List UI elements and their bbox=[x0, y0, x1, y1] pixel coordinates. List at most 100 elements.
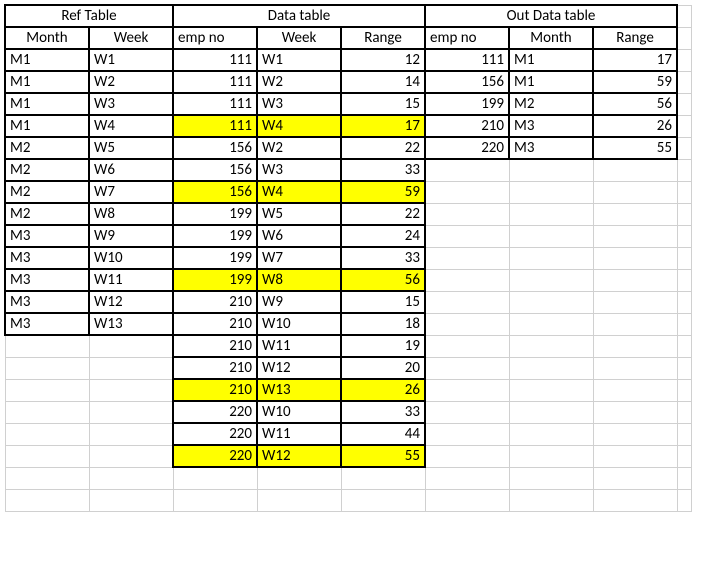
cell[interactable] bbox=[173, 467, 257, 489]
cell[interactable] bbox=[677, 313, 691, 335]
cell[interactable] bbox=[89, 423, 173, 445]
cell[interactable]: 111 bbox=[173, 93, 257, 115]
cell[interactable] bbox=[593, 291, 677, 313]
cell[interactable]: 111 bbox=[173, 49, 257, 71]
cell[interactable]: W6 bbox=[257, 225, 341, 247]
cell[interactable]: 210 bbox=[173, 313, 257, 335]
cell[interactable] bbox=[677, 181, 691, 203]
cell[interactable] bbox=[593, 247, 677, 269]
cell[interactable]: M3 bbox=[5, 269, 89, 291]
cell[interactable] bbox=[425, 225, 509, 247]
cell[interactable] bbox=[509, 203, 593, 225]
cell[interactable] bbox=[425, 269, 509, 291]
cell[interactable]: M3 bbox=[5, 291, 89, 313]
cell[interactable] bbox=[677, 49, 691, 71]
cell[interactable] bbox=[425, 291, 509, 313]
cell[interactable]: W2 bbox=[89, 71, 173, 93]
cell[interactable] bbox=[425, 489, 509, 511]
cell[interactable] bbox=[593, 203, 677, 225]
cell[interactable]: Week bbox=[257, 27, 341, 49]
cell[interactable] bbox=[257, 489, 341, 511]
cell[interactable] bbox=[425, 357, 509, 379]
cell[interactable] bbox=[593, 379, 677, 401]
cell[interactable]: 210 bbox=[173, 291, 257, 313]
cell[interactable]: W13 bbox=[257, 379, 341, 401]
cell[interactable]: M3 bbox=[5, 313, 89, 335]
cell[interactable]: 17 bbox=[593, 49, 677, 71]
cell[interactable] bbox=[89, 467, 173, 489]
cell[interactable] bbox=[593, 269, 677, 291]
cell[interactable] bbox=[677, 335, 691, 357]
cell[interactable]: W6 bbox=[89, 159, 173, 181]
cell[interactable]: W3 bbox=[257, 159, 341, 181]
cell[interactable] bbox=[593, 159, 677, 181]
cell[interactable] bbox=[425, 159, 509, 181]
cell[interactable]: 210 bbox=[425, 115, 509, 137]
cell[interactable]: W3 bbox=[89, 93, 173, 115]
cell[interactable]: 14 bbox=[341, 71, 425, 93]
cell[interactable]: 33 bbox=[341, 159, 425, 181]
cell[interactable]: M1 bbox=[509, 49, 593, 71]
cell[interactable] bbox=[509, 335, 593, 357]
cell[interactable] bbox=[677, 291, 691, 313]
cell[interactable] bbox=[677, 27, 691, 49]
cell[interactable]: 55 bbox=[593, 137, 677, 159]
cell[interactable] bbox=[257, 467, 341, 489]
cell[interactable] bbox=[677, 203, 691, 225]
cell[interactable]: Range bbox=[341, 27, 425, 49]
cell[interactable]: Data table bbox=[173, 5, 425, 27]
cell[interactable]: 26 bbox=[593, 115, 677, 137]
cell[interactable]: M2 bbox=[5, 203, 89, 225]
cell[interactable]: W2 bbox=[257, 71, 341, 93]
cell[interactable]: 15 bbox=[341, 291, 425, 313]
cell[interactable]: W8 bbox=[89, 203, 173, 225]
cell[interactable] bbox=[509, 313, 593, 335]
cell[interactable]: W7 bbox=[89, 181, 173, 203]
cell[interactable]: W7 bbox=[257, 247, 341, 269]
cell[interactable]: emp no bbox=[425, 27, 509, 49]
cell[interactable] bbox=[425, 423, 509, 445]
cell[interactable]: emp no bbox=[173, 27, 257, 49]
cell[interactable] bbox=[677, 137, 691, 159]
cell[interactable] bbox=[593, 313, 677, 335]
cell[interactable] bbox=[593, 335, 677, 357]
cell[interactable]: W9 bbox=[257, 291, 341, 313]
cell[interactable]: W4 bbox=[257, 115, 341, 137]
cell[interactable] bbox=[509, 379, 593, 401]
cell[interactable]: 22 bbox=[341, 137, 425, 159]
cell[interactable] bbox=[509, 423, 593, 445]
cell[interactable]: 44 bbox=[341, 423, 425, 445]
cell[interactable] bbox=[5, 445, 89, 467]
cell[interactable] bbox=[5, 335, 89, 357]
cell[interactable] bbox=[593, 357, 677, 379]
cell[interactable]: W12 bbox=[257, 445, 341, 467]
cell[interactable] bbox=[509, 357, 593, 379]
cell[interactable] bbox=[677, 445, 691, 467]
cell[interactable]: W4 bbox=[89, 115, 173, 137]
cell[interactable] bbox=[593, 401, 677, 423]
cell[interactable]: 19 bbox=[341, 335, 425, 357]
cell[interactable] bbox=[593, 445, 677, 467]
cell[interactable]: M1 bbox=[5, 115, 89, 137]
cell[interactable] bbox=[425, 247, 509, 269]
cell[interactable]: 156 bbox=[173, 159, 257, 181]
cell[interactable]: 12 bbox=[341, 49, 425, 71]
cell[interactable] bbox=[509, 181, 593, 203]
cell[interactable]: 24 bbox=[341, 225, 425, 247]
cell[interactable]: W5 bbox=[89, 137, 173, 159]
cell[interactable]: 210 bbox=[173, 357, 257, 379]
cell[interactable]: M2 bbox=[509, 93, 593, 115]
cell[interactable] bbox=[677, 379, 691, 401]
cell[interactable] bbox=[509, 225, 593, 247]
spreadsheet-table[interactable]: Ref TableData tableOut Data tableMonthWe… bbox=[4, 4, 692, 512]
cell[interactable]: 220 bbox=[173, 401, 257, 423]
cell[interactable]: W2 bbox=[257, 137, 341, 159]
cell[interactable] bbox=[593, 181, 677, 203]
cell[interactable] bbox=[425, 379, 509, 401]
cell[interactable] bbox=[677, 489, 691, 511]
cell[interactable]: M2 bbox=[5, 137, 89, 159]
cell[interactable] bbox=[89, 357, 173, 379]
cell[interactable]: 55 bbox=[341, 445, 425, 467]
cell[interactable]: M1 bbox=[5, 93, 89, 115]
cell[interactable] bbox=[593, 467, 677, 489]
